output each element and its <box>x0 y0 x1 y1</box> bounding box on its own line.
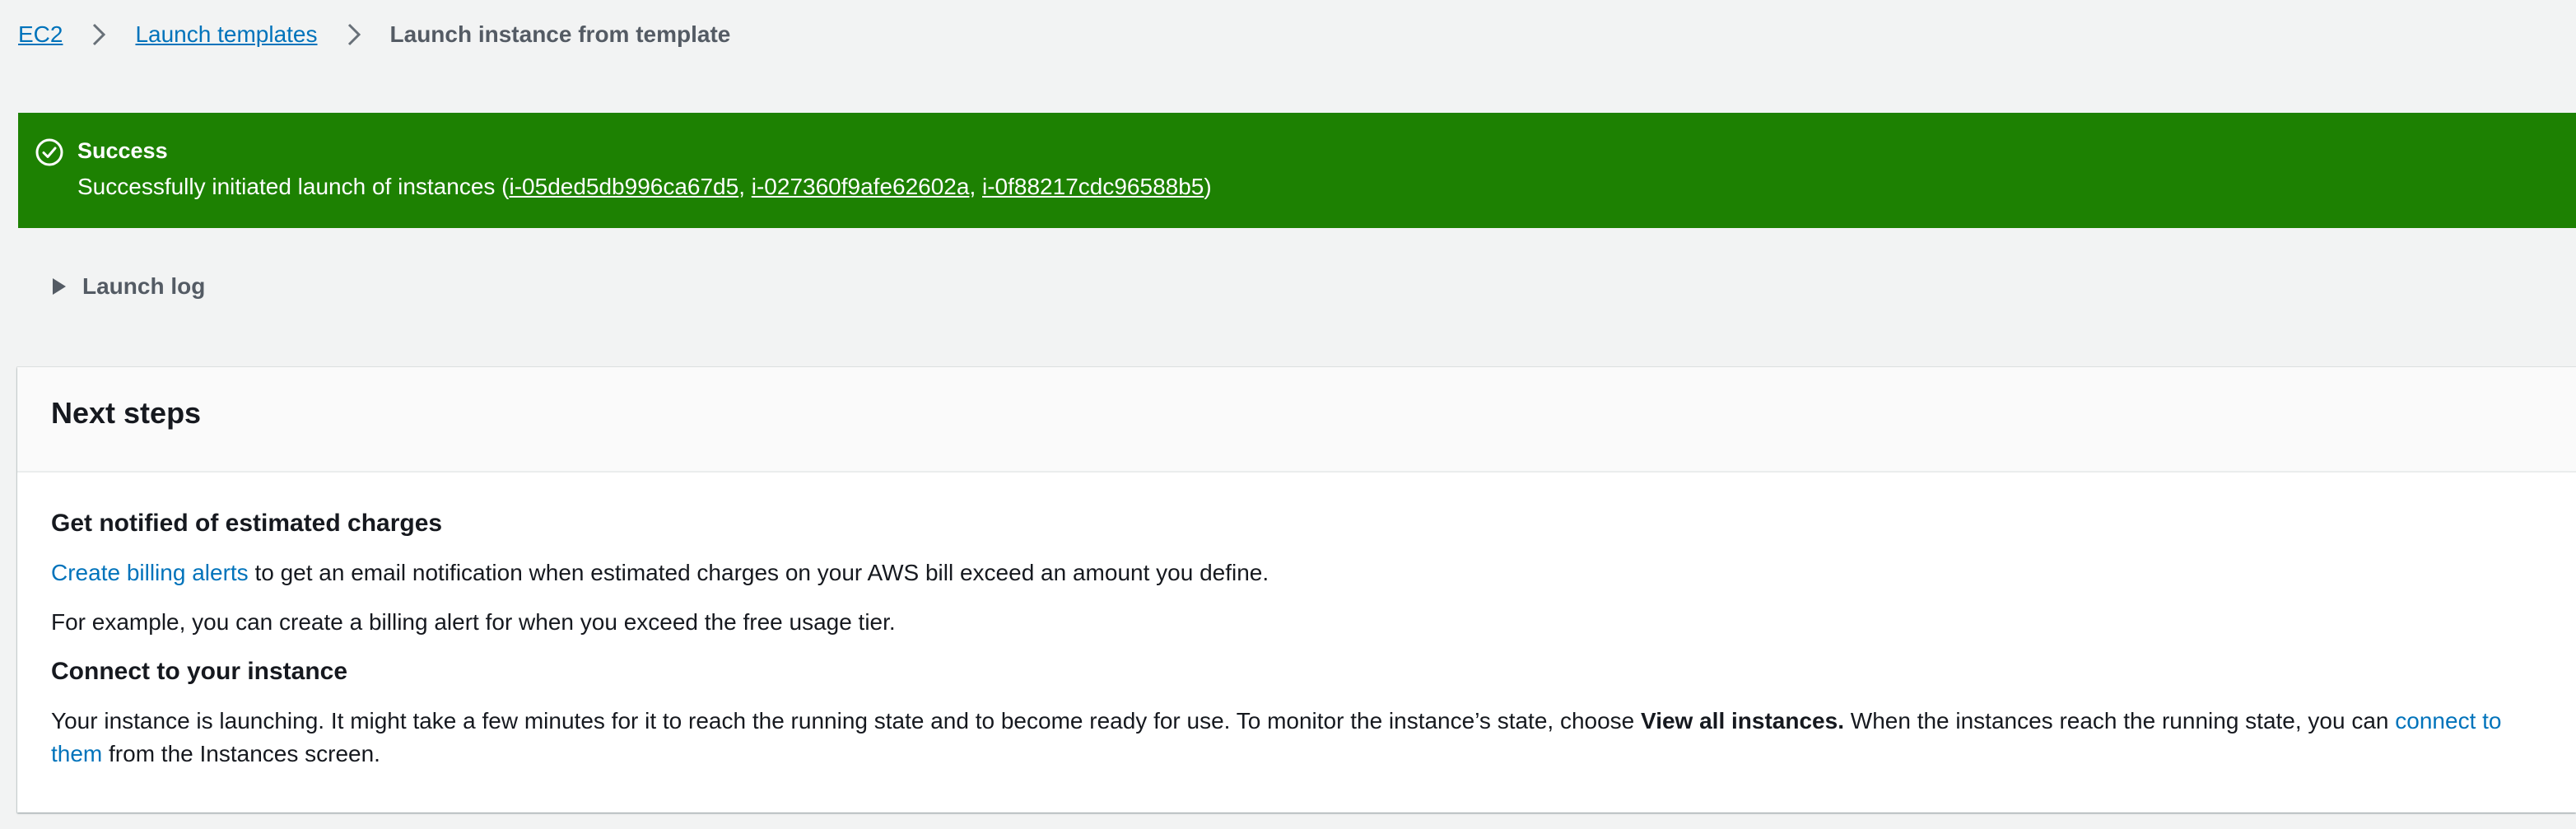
breadcrumb-link-ec2[interactable]: EC2 <box>18 21 63 48</box>
billing-heading: Get notified of estimated charges <box>51 510 443 537</box>
connect-heading: Connect to your instance <box>51 658 348 685</box>
create-billing-alerts-link[interactable]: Create billing alerts <box>51 560 249 585</box>
instance-link[interactable]: i-05ded5db996ca67d5 <box>510 174 739 199</box>
flash-message: Successfully initiated launch of instanc… <box>77 172 1212 202</box>
next-steps-title: Next steps <box>51 396 202 430</box>
breadcrumb: EC2 Launch templates Launch instance fro… <box>18 18 730 51</box>
connect-text-start: Your instance is launching. It might tak… <box>51 708 1642 734</box>
instance-link[interactable]: i-027360f9afe62602a <box>752 174 970 199</box>
connect-description: Your instance is launching. It might tak… <box>51 705 2551 771</box>
chevron-right-icon <box>347 23 361 46</box>
success-flash-banner: Success Successfully initiated launch of… <box>18 113 2576 228</box>
instance-link[interactable]: i-0f88217cdc96588b5 <box>982 174 1204 199</box>
view-all-instances-emphasis: View all instances. <box>1641 708 1844 734</box>
next-steps-panel: Next steps Get notified of estimated cha… <box>17 367 2576 813</box>
flash-separator: , <box>738 174 752 199</box>
flash-title: Success <box>77 138 168 163</box>
breadcrumb-link-launch-templates[interactable]: Launch templates <box>135 21 317 48</box>
launch-log-expander[interactable]: Launch log <box>51 270 205 303</box>
billing-description: Create billing alerts to get an email no… <box>51 557 2551 589</box>
launch-log-label: Launch log <box>82 273 206 299</box>
connect-text-middle: When the instances reach the running sta… <box>1843 708 2396 734</box>
connect-text-end: from the Instances screen. <box>102 741 380 766</box>
chevron-right-icon <box>93 23 106 46</box>
billing-description-text: to get an email notification when estima… <box>248 560 1269 585</box>
flash-message-suffix: ) <box>1204 174 1212 199</box>
next-steps-header: Next steps <box>17 367 2576 473</box>
breadcrumb-current: Launch instance from template <box>389 21 731 47</box>
flash-separator: , <box>969 174 983 199</box>
caret-right-icon <box>53 278 66 295</box>
billing-example: For example, you can create a billing al… <box>51 609 896 635</box>
check-circle-icon <box>35 138 63 166</box>
flash-message-prefix: Successfully initiated launch of instanc… <box>77 174 510 199</box>
